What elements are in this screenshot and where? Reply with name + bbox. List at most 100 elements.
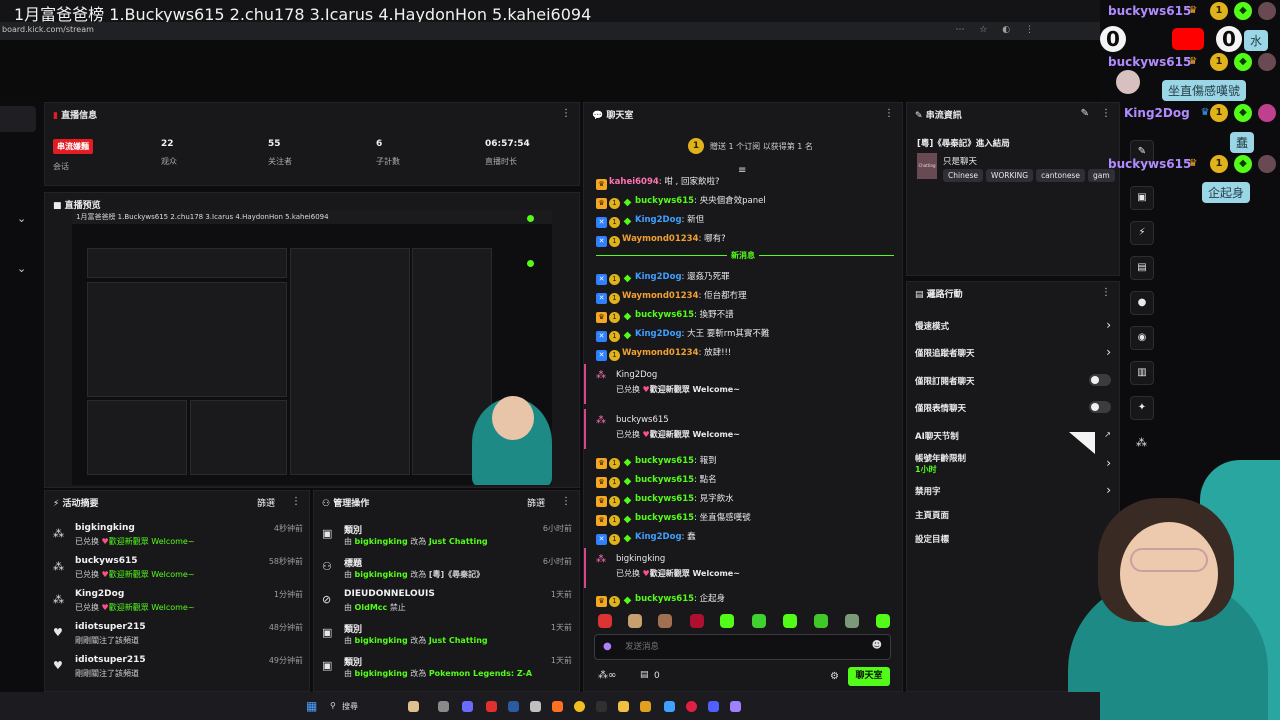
chat-message: ♛ kahei6094: 咁 , 回家飲啦? <box>596 175 719 190</box>
emote-icon[interactable] <box>783 614 797 628</box>
app-icon[interactable] <box>508 701 519 712</box>
ban-icon: ⊘ <box>322 593 332 606</box>
people-icon: ⚇ <box>322 499 331 509</box>
quick-action-account-age[interactable]: 帳號年齡限制 1小时 <box>915 452 1115 478</box>
external-link-icon[interactable]: ↗ <box>1104 430 1111 439</box>
list-item[interactable]: ⁂ King2Dog 1分钟前 已兑换 ♥歡迎新觀眾 Welcome~ <box>53 589 303 619</box>
category-name[interactable]: 只是聊天 <box>943 155 977 167</box>
app-icon[interactable] <box>408 701 419 712</box>
address-text[interactable]: board.kick.com/stream <box>2 25 94 34</box>
broadcast-icon[interactable]: ◉ <box>1130 326 1154 350</box>
mic-icon[interactable]: ● <box>603 641 612 652</box>
app-icon[interactable] <box>530 701 541 712</box>
quick-action-banned-words[interactable]: 禁用字 <box>915 485 1115 511</box>
quick-action-followers-only[interactable]: 僅限追蹤者聊天 <box>915 347 1115 373</box>
gift-prompt[interactable]: 贈送 1 个订阅 以获得第 1 名 <box>710 141 813 152</box>
filter-button[interactable]: 篩選 <box>527 496 545 509</box>
verified-badge-icon: ✕ <box>596 217 607 228</box>
quick-action-emote-only: 僅限表情聊天 <box>915 404 967 414</box>
app-icon[interactable] <box>686 701 697 712</box>
app-icon[interactable] <box>486 701 497 712</box>
left-rail-selected[interactable] <box>0 106 36 132</box>
points-icon[interactable]: ⁂∞ <box>598 670 616 681</box>
more-icon[interactable]: ⋮ <box>561 108 571 119</box>
chat-message: ✕ 1 ◆ King2Dog: 大王 要斬rm其實不難 <box>596 327 769 342</box>
more-icon[interactable]: ⋮ <box>561 496 571 507</box>
discord-icon[interactable] <box>708 701 719 712</box>
points-icon[interactable]: ⁂ <box>1136 436 1147 449</box>
list-item[interactable]: ♥ idiotsuper215 48分钟前 剛剛關注了該頻道 <box>53 622 303 652</box>
emote-icon[interactable] <box>876 614 890 628</box>
sub-badge-icon: ◆ <box>623 495 632 506</box>
chat-input-box[interactable]: ● ☻ <box>594 634 891 660</box>
chevron-down-icon[interactable]: ⌄ <box>17 212 26 225</box>
list-item[interactable]: ▣ 類別 1天前 由 bigkingking 改為 Just Chatting <box>322 622 572 652</box>
preview-video[interactable]: 1月富爸爸榜 1.Buckyws615 2.chu178 3.Icarus 4.… <box>72 210 552 485</box>
quick-action-slow-mode[interactable]: 慢速模式 <box>915 320 1115 346</box>
sub-badge-icon: ◆ <box>623 216 632 227</box>
tag[interactable]: Chinese <box>943 169 983 182</box>
more-icon[interactable]: ⋮ <box>291 496 301 507</box>
list-item[interactable]: ♥ idiotsuper215 49分钟前 剛剛關注了該頻道 <box>53 655 303 685</box>
emote-icon[interactable] <box>628 614 642 628</box>
document-icon[interactable]: ▤ <box>1130 256 1154 280</box>
chat-icon[interactable]: ● <box>1130 291 1154 315</box>
emote-icon[interactable] <box>845 614 859 628</box>
app-icon[interactable] <box>640 701 651 712</box>
verified-badge-icon: ✕ <box>596 274 607 285</box>
list-item[interactable]: ⁂ buckyws615 58秒钟前 已兑换 ♥歡迎新觀眾 Welcome~ <box>53 556 303 586</box>
avatar <box>1258 2 1276 20</box>
chevron-down-icon[interactable]: ⌄ <box>17 262 26 275</box>
app-icon[interactable] <box>730 701 741 712</box>
chrome-icon[interactable] <box>574 701 585 712</box>
chevron-right-icon[interactable]: › <box>1106 345 1111 359</box>
tag[interactable]: cantonese <box>1036 169 1085 182</box>
chat-message: ♛ 1 ◆ buckyws615: 見字飲水 <box>596 492 734 507</box>
app-icon[interactable] <box>462 701 473 712</box>
app-icon[interactable] <box>596 701 607 712</box>
chat-input[interactable] <box>625 639 855 655</box>
firefox-icon[interactable] <box>552 701 563 712</box>
heart-icon: ♥ <box>53 659 63 672</box>
counter-left: 0 <box>1100 26 1126 52</box>
chat-send-button[interactable]: 聊天室 <box>848 667 890 686</box>
emoji-icon[interactable]: ☻ <box>872 640 882 651</box>
folder-icon[interactable] <box>618 701 629 712</box>
app-icon[interactable] <box>664 701 675 712</box>
lightning-icon[interactable]: ⚡ <box>1130 221 1154 245</box>
emote-icon[interactable] <box>814 614 828 628</box>
edit-icon[interactable]: ✎ <box>1081 108 1089 119</box>
list-item[interactable]: ⊘ DIEUDONNELOUIS 1天前 由 OldMcc 禁止 <box>322 589 572 619</box>
tag[interactable]: WORKING <box>985 169 1034 182</box>
taskbar-search[interactable]: 搜尋 <box>342 701 358 712</box>
subs-only-toggle[interactable] <box>1089 374 1111 386</box>
list-item[interactable]: ▣ 類別 1天前 由 bigkingking 改為 Pokemon Legend… <box>322 655 572 685</box>
windows-start-icon[interactable]: ▦ <box>306 699 317 713</box>
wrench-icon[interactable]: ✦ <box>1130 396 1154 420</box>
more-icon[interactable]: ⋮ <box>884 108 894 119</box>
emote-icon[interactable] <box>720 614 734 628</box>
list-item[interactable]: ▣ 類別 6小时前 由 bigkingking 改為 Just Chatting <box>322 523 572 553</box>
gear-icon[interactable]: ⚙ <box>830 671 839 682</box>
panel-title: ⚡ 活动摘要 <box>53 499 99 509</box>
list-item[interactable]: ⁂ bigkingking 4秒钟前 已兑换 ♥歡迎新觀眾 Welcome~ <box>53 523 303 553</box>
chevron-right-icon[interactable]: › <box>1106 318 1111 332</box>
search-icon[interactable]: ⚲ <box>330 701 336 710</box>
emote-icon[interactable] <box>752 614 766 628</box>
more-icon[interactable]: ⋮ <box>1101 287 1111 298</box>
app-icon[interactable] <box>438 701 449 712</box>
chevron-right-icon[interactable]: › <box>1106 456 1111 470</box>
emote-icon[interactable] <box>690 614 704 628</box>
filter-button[interactable]: 篩選 <box>257 496 275 509</box>
chevron-right-icon[interactable]: › <box>1106 483 1111 497</box>
quick-action-goal[interactable]: 設定目標 <box>915 533 1115 559</box>
layout-icon[interactable]: ▥ <box>1130 361 1154 385</box>
emote-icon[interactable] <box>598 614 612 628</box>
sub-badge-icon: ◆ <box>623 311 632 322</box>
list-item[interactable]: ⚇ 標題 6小时前 由 bigkingking 改為 [粵]《尋秦記》 <box>322 556 572 586</box>
filter-icon[interactable]: ≡ <box>738 165 746 176</box>
trash-icon[interactable]: ▤ <box>640 670 649 680</box>
quick-action-homepage[interactable]: 主頁頁面 <box>915 509 1115 535</box>
emote-icon[interactable] <box>658 614 672 628</box>
emote-only-toggle[interactable] <box>1089 401 1111 413</box>
